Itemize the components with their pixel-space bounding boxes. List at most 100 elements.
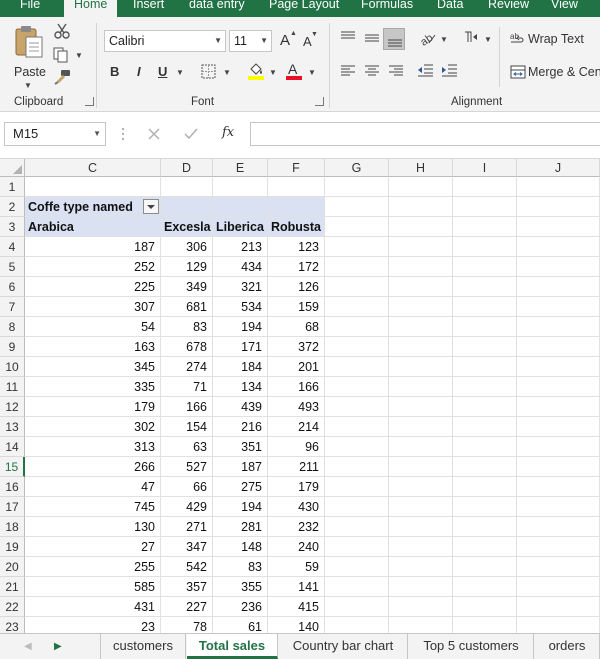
data-cell[interactable]: 166 — [161, 397, 213, 417]
data-cell[interactable]: 68 — [268, 317, 325, 337]
data-cell[interactable]: 271 — [161, 517, 213, 537]
paste-button[interactable]: Paste ▼ — [8, 23, 48, 90]
name-box[interactable]: M15 ▼ — [4, 122, 106, 146]
row-header-11[interactable]: 11 — [0, 377, 25, 397]
data-cell[interactable]: 585 — [25, 577, 161, 597]
borders-dropdown-icon[interactable]: ▼ — [223, 68, 231, 77]
data-cell[interactable]: 255 — [25, 557, 161, 577]
sheet-tab-country-bar-chart[interactable]: Country bar chart — [279, 634, 408, 659]
align-center-icon[interactable] — [364, 64, 380, 78]
row-header-10[interactable]: 10 — [0, 357, 25, 377]
align-top-icon[interactable] — [340, 30, 356, 44]
row-header-15[interactable]: 15 — [0, 457, 25, 477]
align-middle-icon[interactable] — [364, 30, 380, 44]
data-cell[interactable]: 681 — [161, 297, 213, 317]
data-cell[interactable]: 236 — [213, 597, 268, 617]
clipboard-launcher-icon[interactable] — [85, 97, 94, 106]
row-header-20[interactable]: 20 — [0, 557, 25, 577]
data-cell[interactable]: 335 — [25, 377, 161, 397]
font-size-select[interactable]: 11 ▼ — [229, 30, 272, 52]
data-cell[interactable]: 430 — [268, 497, 325, 517]
bold-button[interactable]: B — [110, 64, 119, 79]
tab-page-layout[interactable]: Page Layout — [269, 0, 339, 17]
sheet-tab-customers[interactable]: customers — [100, 634, 186, 659]
data-cell[interactable]: 171 — [213, 337, 268, 357]
data-cell[interactable]: 63 — [161, 437, 213, 457]
data-cell[interactable]: 201 — [268, 357, 325, 377]
data-cell[interactable]: 429 — [161, 497, 213, 517]
data-cell[interactable]: 166 — [268, 377, 325, 397]
row-header-7[interactable]: 7 — [0, 297, 25, 317]
data-cell[interactable]: 154 — [161, 417, 213, 437]
worksheet-grid[interactable]: C D E F G H I J 1 2 3 4 5 6 7 8 9 10 11 12 13 14 15 16 17 18 19 20 2… — [0, 159, 600, 633]
data-cell[interactable]: 240 — [268, 537, 325, 557]
underline-dropdown-icon[interactable]: ▼ — [176, 68, 184, 77]
data-cell[interactable]: 313 — [25, 437, 161, 457]
data-cell[interactable]: 415 — [268, 597, 325, 617]
enter-icon[interactable] — [184, 128, 198, 140]
data-cell[interactable]: 372 — [268, 337, 325, 357]
pivot-column-labels[interactable]: Coffe type named — [28, 197, 158, 217]
tab-review[interactable]: Review — [488, 0, 529, 17]
data-cell[interactable]: 130 — [25, 517, 161, 537]
row-header-6[interactable]: 6 — [0, 277, 25, 297]
row-header-8[interactable]: 8 — [0, 317, 25, 337]
data-cell[interactable]: 678 — [161, 337, 213, 357]
decrease-indent-icon[interactable] — [417, 63, 434, 78]
data-cell[interactable]: 83 — [213, 557, 268, 577]
sheet-tab-top-5-customers[interactable]: Top 5 customers — [409, 634, 534, 659]
column-header-g[interactable]: G — [325, 159, 389, 177]
data-cell[interactable]: 227 — [161, 597, 213, 617]
filter-dropdown-icon[interactable] — [143, 199, 159, 214]
row-header-13[interactable]: 13 — [0, 417, 25, 437]
row-header-21[interactable]: 21 — [0, 577, 25, 597]
orientation-dropdown-icon[interactable]: ▼ — [440, 35, 448, 44]
data-cell[interactable]: 542 — [161, 557, 213, 577]
data-cell[interactable]: 321 — [213, 277, 268, 297]
borders-icon[interactable] — [201, 64, 216, 79]
text-direction-dropdown-icon[interactable]: ▼ — [484, 35, 492, 44]
pivot-header-cell[interactable]: Robusta — [271, 217, 324, 237]
column-header-j[interactable]: J — [517, 159, 600, 177]
copy-dropdown-icon[interactable]: ▼ — [75, 51, 83, 60]
column-header-d[interactable]: D — [161, 159, 213, 177]
data-cell[interactable]: 213 — [213, 237, 268, 257]
tab-data-entry[interactable]: data entry — [189, 0, 245, 17]
row-header-3[interactable]: 3 — [0, 217, 25, 237]
tab-insert[interactable]: Insert — [133, 0, 164, 17]
data-cell[interactable]: 214 — [268, 417, 325, 437]
data-cell[interactable]: 275 — [213, 477, 268, 497]
pivot-header-cell[interactable]: Arabica — [28, 217, 160, 237]
tab-view[interactable]: View — [551, 0, 578, 17]
data-cell[interactable]: 347 — [161, 537, 213, 557]
data-cell[interactable]: 129 — [161, 257, 213, 277]
data-cell[interactable]: 225 — [25, 277, 161, 297]
fill-color-icon[interactable] — [247, 61, 265, 81]
column-header-i[interactable]: I — [453, 159, 517, 177]
data-cell[interactable]: 179 — [25, 397, 161, 417]
data-cell[interactable]: 434 — [213, 257, 268, 277]
font-color-dropdown-icon[interactable]: ▼ — [308, 68, 316, 77]
data-cell[interactable]: 184 — [213, 357, 268, 377]
data-cell[interactable]: 194 — [213, 317, 268, 337]
cut-icon[interactable] — [54, 23, 70, 39]
data-cell[interactable]: 232 — [268, 517, 325, 537]
text-direction-icon[interactable] — [463, 30, 479, 44]
fill-color-dropdown-icon[interactable]: ▼ — [269, 68, 277, 77]
formula-input[interactable] — [250, 122, 600, 146]
font-family-select[interactable]: Calibri ▼ — [104, 30, 226, 52]
row-header-9[interactable]: 9 — [0, 337, 25, 357]
data-cell[interactable]: 281 — [213, 517, 268, 537]
data-cell[interactable]: 252 — [25, 257, 161, 277]
row-header-23[interactable]: 23 — [0, 617, 25, 633]
data-cell[interactable]: 140 — [268, 617, 325, 633]
data-cell[interactable]: 355 — [213, 577, 268, 597]
sheet-prev-icon[interactable]: ◀ — [24, 641, 32, 652]
data-cell[interactable]: 307 — [25, 297, 161, 317]
data-cell[interactable]: 148 — [213, 537, 268, 557]
tab-home[interactable]: Home — [64, 0, 118, 17]
row-header-18[interactable]: 18 — [0, 517, 25, 537]
data-cell[interactable]: 302 — [25, 417, 161, 437]
data-cell[interactable]: 159 — [268, 297, 325, 317]
insert-function-button[interactable]: fx — [222, 125, 234, 140]
